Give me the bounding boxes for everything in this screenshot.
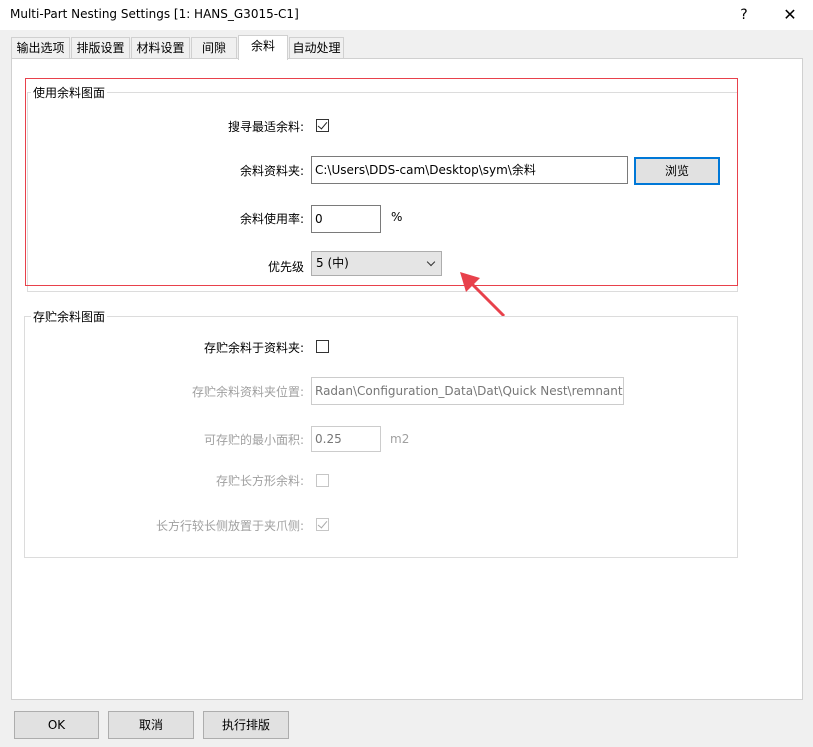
help-button[interactable]: ? (734, 2, 754, 28)
browse-button[interactable]: 浏览 (634, 157, 720, 185)
priority-value: 5 (中) (316, 256, 349, 270)
ok-button[interactable]: OK (14, 711, 99, 739)
priority-label: 优先级 (267, 260, 304, 274)
run-nesting-button[interactable]: 执行排版 (203, 711, 289, 739)
remnant-folder-input[interactable]: C:\Users\DDS-cam\Desktop\sym\余料 (311, 156, 628, 184)
tab-material-settings[interactable]: 材料设置 (131, 37, 190, 59)
save-location-label: 存贮余料资料夹位置: (191, 385, 304, 399)
search-best-label: 搜寻最适余料: (227, 120, 304, 134)
remnant-usage-input[interactable]: 0 (311, 205, 381, 233)
annotation-arrow-icon (460, 272, 506, 318)
long-side-label: 长方行较长侧放置于夹爪侧: (155, 519, 304, 533)
tab-nesting-settings[interactable]: 排版设置 (71, 37, 130, 59)
tab-auto-process[interactable]: 自动处理 (289, 37, 344, 59)
min-area-label: 可存贮的最小面积: (203, 433, 304, 447)
percent-unit: % (391, 210, 403, 224)
title-bar: Multi-Part Nesting Settings [1: HANS_G30… (0, 0, 813, 30)
save-remnant-group-title: 存贮余料图面 (31, 308, 108, 325)
tab-remnant[interactable]: 余料 (238, 35, 288, 60)
remnant-folder-label: 余料资料夹: (239, 164, 304, 178)
window-title: Multi-Part Nesting Settings [1: HANS_G30… (10, 7, 299, 21)
cancel-button[interactable]: 取消 (108, 711, 194, 739)
search-best-checkbox[interactable] (316, 119, 329, 132)
long-side-checkbox[interactable] (316, 518, 329, 531)
save-to-folder-checkbox[interactable] (316, 340, 329, 353)
tab-gap[interactable]: 间隙 (191, 37, 237, 59)
min-area-input[interactable]: 0.25 (311, 426, 381, 452)
check-icon (317, 518, 328, 529)
area-unit: m2 (390, 432, 410, 446)
priority-select[interactable]: 5 (中) (311, 251, 442, 276)
save-location-input[interactable]: Radan\Configuration_Data\Dat\Quick Nest\… (311, 377, 624, 405)
remnant-usage-label: 余料使用率: (239, 212, 304, 226)
chevron-down-icon (426, 257, 436, 267)
close-button[interactable]: ✕ (776, 2, 804, 28)
rect-remnant-checkbox[interactable] (316, 474, 329, 487)
tab-output-options[interactable]: 输出选项 (11, 37, 70, 59)
check-icon (317, 119, 328, 130)
rect-remnant-label: 存贮长方形余料: (215, 474, 304, 488)
save-to-folder-label: 存贮余料于资料夹: (203, 341, 304, 355)
